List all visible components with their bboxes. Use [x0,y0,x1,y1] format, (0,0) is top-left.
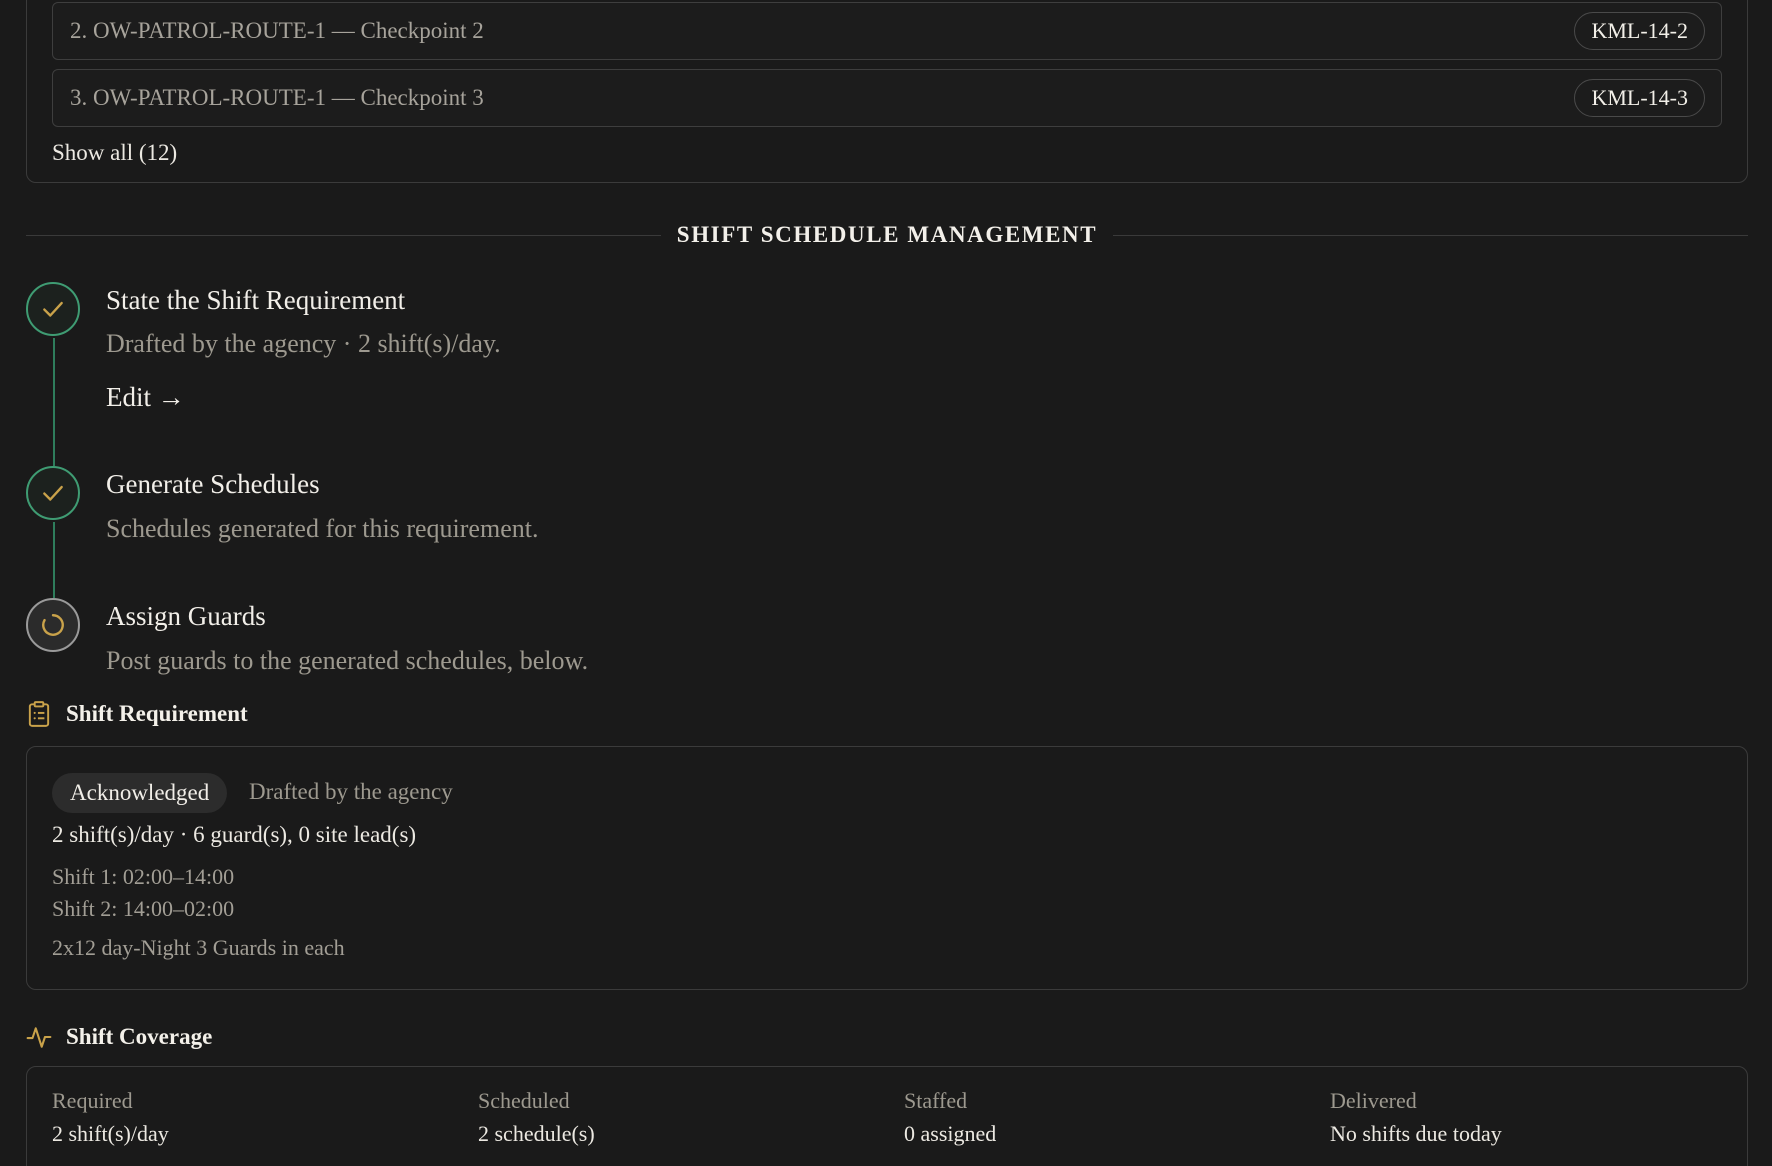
coverage-stat-scheduled: Scheduled 2 schedule(s) [478,1088,595,1147]
section-heading-label: Shift Requirement [66,701,248,726]
stat-label: Delivered [1330,1088,1417,1113]
shift-coverage-heading: Shift Coverage [26,1024,212,1050]
stat-label: Required [52,1088,133,1113]
step-description: Schedules generated for this requirement… [106,514,539,543]
checkpoint-label: 3. OW-PATROL-ROUTE-1 — Checkpoint 3 [70,85,484,110]
section-heading-label: Shift Coverage [66,1024,213,1049]
stat-value: No shifts due today [1330,1121,1502,1146]
page: 2. OW-PATROL-ROUTE-1 — Checkpoint 2 KML-… [0,0,1772,1166]
requirement-summary: 2 shift(s)/day · 6 guard(s), 0 site lead… [52,822,417,847]
shift-time: Shift 1: 02:00–14:00 [52,864,235,889]
section-divider: SHIFT SCHEDULE MANAGEMENT [26,220,1749,250]
clipboard-icon [28,701,50,727]
spinner-icon [42,614,64,636]
activity-pulse-icon [26,1027,52,1048]
stat-value: 0 assigned [904,1121,997,1146]
checkpoint-code-badge: KML-14-2 [1574,12,1705,50]
checkpoint-row[interactable]: 2. OW-PATROL-ROUTE-1 — Checkpoint 2 KML-… [52,2,1722,60]
stat-value: 2 schedule(s) [478,1121,595,1146]
stat-value: 2 shift(s)/day [52,1121,169,1146]
checkpoint-row[interactable]: 3. OW-PATROL-ROUTE-1 — Checkpoint 3 KML-… [52,69,1722,127]
step-description: Drafted by the agency · 2 shift(s)/day. [106,329,501,358]
drafted-note: Drafted by the agency [249,779,453,804]
coverage-stat-staffed: Staffed 0 assigned [904,1088,996,1147]
checkpoint-code-badge: KML-14-3 [1574,79,1705,117]
shift-time: Shift 2: 14:00–02:00 [52,896,235,921]
requirement-comment: 2x12 day-Night 3 Guards in each [52,935,345,960]
status-badge: Acknowledged [52,773,228,813]
stat-label: Scheduled [478,1088,570,1113]
step-title: Generate Schedules [106,469,320,499]
edit-requirement-link[interactable]: Edit → [106,382,185,413]
step-description: Post guards to the generated schedules, … [106,646,589,675]
step-3-status [26,598,80,652]
show-all-link[interactable]: Show all (12) [52,140,177,166]
coverage-stat-delivered: Delivered No shifts due today [1330,1088,1502,1147]
section-title: SHIFT SCHEDULE MANAGEMENT [676,222,1098,247]
checkmark-icon [43,485,63,501]
step-1-status [26,282,80,336]
step-connector [53,522,55,598]
step-title: Assign Guards [106,601,266,631]
coverage-stat-required: Required 2 shift(s)/day [52,1088,169,1147]
step-connector [53,338,55,466]
checkmark-icon [43,301,63,317]
step-title: State the Shift Requirement [106,285,406,315]
divider-line [1113,234,1749,236]
stat-label: Staffed [904,1088,968,1113]
checkpoint-label: 2. OW-PATROL-ROUTE-1 — Checkpoint 2 [70,18,484,43]
divider-line [26,234,661,236]
shift-requirement-heading: Shift Requirement [26,700,248,728]
step-2-status [26,466,80,520]
